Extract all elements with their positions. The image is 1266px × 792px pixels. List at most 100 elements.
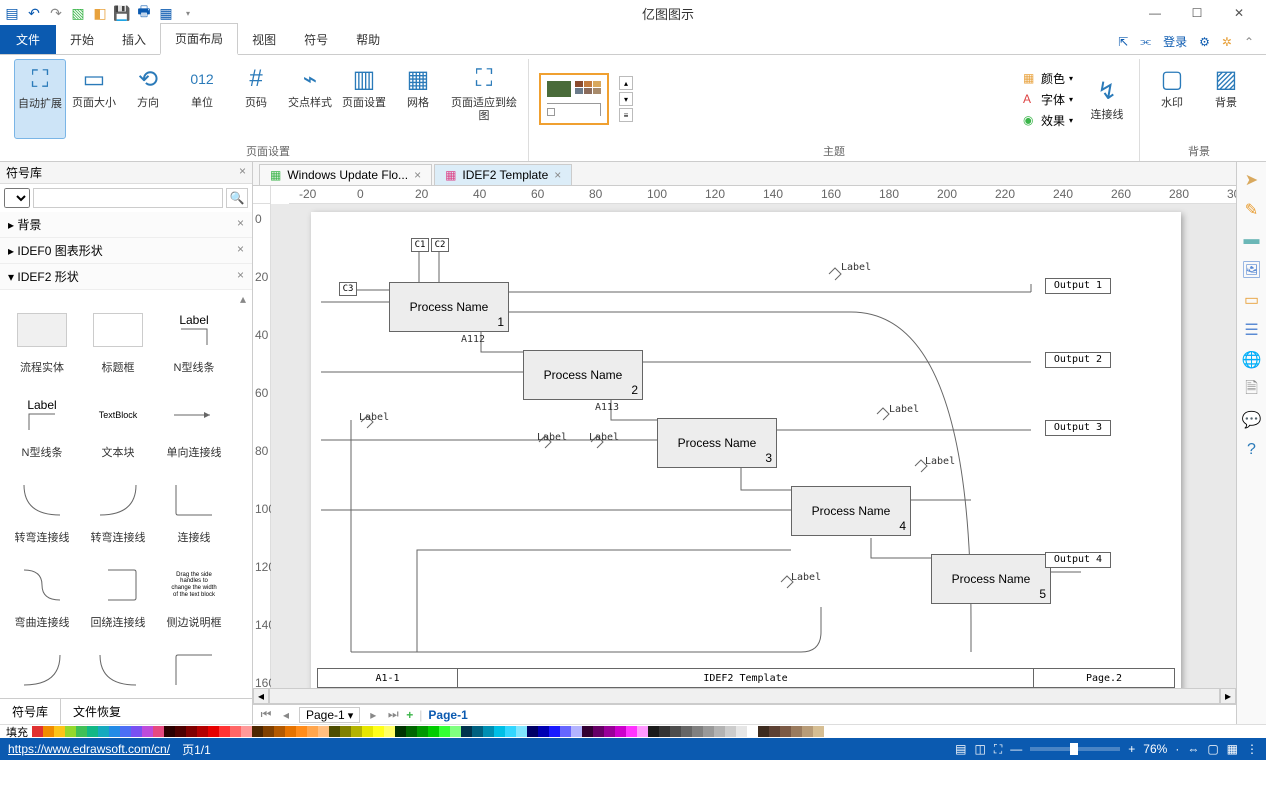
color-swatch[interactable] [450, 726, 461, 737]
new-icon[interactable]: ▧ [70, 5, 86, 21]
color-swatch[interactable] [307, 726, 318, 737]
output-box[interactable]: Output 2 [1045, 352, 1111, 368]
color-swatch[interactable] [230, 726, 241, 737]
color-swatch[interactable] [505, 726, 516, 737]
page-link[interactable]: Page-1 [428, 708, 467, 722]
undo-icon[interactable]: ↶ [26, 5, 42, 21]
zoom-slider[interactable] [1030, 747, 1120, 751]
shape-item[interactable]: 连接线 [156, 634, 232, 698]
tab-insert[interactable]: 插入 [108, 25, 160, 54]
color-swatch[interactable] [373, 726, 384, 737]
color-swatch[interactable] [329, 726, 340, 737]
search-button[interactable]: 🔍 [226, 188, 248, 208]
color-swatch[interactable] [164, 726, 175, 737]
canvas[interactable]: C1 C2 C3 [271, 204, 1236, 688]
color-swatch[interactable] [406, 726, 417, 737]
collapse-ribbon-icon[interactable]: ⌃ [1244, 35, 1254, 49]
color-swatch[interactable] [813, 726, 824, 737]
category-idef0[interactable]: ▸ IDEF0 图表形状× [0, 238, 252, 264]
color-swatch[interactable] [725, 726, 736, 737]
shape-item[interactable]: Drag the side handles to change the widt… [156, 549, 232, 634]
shape-item[interactable]: TextBlock文本块 [80, 379, 156, 464]
color-swatch[interactable] [681, 726, 692, 737]
color-swatch[interactable] [747, 726, 758, 737]
layer-icon[interactable]: ▭ [1242, 290, 1262, 310]
shape-item[interactable]: 弯曲连接线 [4, 549, 80, 634]
control-box[interactable]: C2 [431, 238, 449, 252]
color-swatch[interactable] [98, 726, 109, 737]
close-button[interactable]: ✕ [1224, 3, 1254, 23]
fit-page-icon[interactable]: ▢ [1207, 742, 1218, 756]
color-swatch[interactable] [714, 726, 725, 737]
shape-item[interactable]: 转弯连接线 [80, 464, 156, 549]
color-swatch[interactable] [43, 726, 54, 737]
color-swatch[interactable] [351, 726, 362, 737]
color-swatch[interactable] [626, 726, 637, 737]
maximize-button[interactable]: ☐ [1182, 3, 1212, 23]
color-swatch[interactable] [76, 726, 87, 737]
save-icon[interactable]: 💾 [114, 5, 130, 21]
color-swatch[interactable] [87, 726, 98, 737]
shape-item[interactable]: 流程实体 [4, 294, 80, 379]
view-mode-normal-icon[interactable]: ▤ [955, 742, 966, 756]
color-swatch[interactable] [263, 726, 274, 737]
color-swatch[interactable] [692, 726, 703, 737]
theme-colors[interactable]: ▦颜色▾ [1023, 69, 1073, 88]
list-icon[interactable]: ☰ [1242, 320, 1262, 340]
color-swatch[interactable] [703, 726, 714, 737]
color-swatch[interactable] [428, 726, 439, 737]
panel-close-icon[interactable]: × [239, 164, 246, 181]
fit-width-icon[interactable]: ⇔ [1187, 742, 1199, 756]
shape-item[interactable]: 转弯连接线 [80, 634, 156, 698]
process-box[interactable]: Process Name1 [389, 282, 509, 332]
template-icon[interactable]: ▤ [4, 5, 20, 21]
file-menu[interactable]: 文件 [0, 25, 56, 54]
zoom-in-button[interactable]: + [1128, 742, 1135, 756]
color-swatch[interactable] [362, 726, 373, 737]
doc-icon[interactable]: 🗎 [1242, 380, 1262, 400]
view-mode-read-icon[interactable]: ◫ [975, 742, 986, 756]
more-icon[interactable]: ⋮ [1246, 742, 1258, 756]
prev-page-icon[interactable]: ◂ [279, 708, 293, 722]
redo-icon[interactable]: ↷ [48, 5, 64, 21]
print-icon[interactable]: 🖶 [136, 5, 152, 21]
color-swatch[interactable] [208, 726, 219, 737]
color-swatch[interactable] [549, 726, 560, 737]
color-swatch[interactable] [615, 726, 626, 737]
color-swatch[interactable] [384, 726, 395, 737]
close-icon[interactable]: × [414, 168, 421, 182]
close-icon[interactable]: × [554, 168, 561, 182]
color-swatch[interactable] [516, 726, 527, 737]
theme-effect[interactable]: ◉效果▾ [1023, 111, 1073, 130]
flower-icon[interactable]: ✲ [1222, 35, 1232, 49]
tab-symbol[interactable]: 符号 [290, 25, 342, 54]
color-swatch[interactable] [670, 726, 681, 737]
color-swatch[interactable] [186, 726, 197, 737]
color-swatch[interactable] [318, 726, 329, 737]
theme-gallery-item[interactable] [539, 73, 609, 125]
color-swatch[interactable] [791, 726, 802, 737]
pagesetup-button[interactable]: ▥页面设置 [338, 59, 390, 139]
color-swatch[interactable] [153, 726, 164, 737]
category-idef2[interactable]: ▾ IDEF2 形状× [0, 264, 252, 290]
color-swatch[interactable] [494, 726, 505, 737]
cursor-icon[interactable]: ➤ [1242, 170, 1262, 190]
minimize-button[interactable]: — [1140, 3, 1170, 23]
qat-dropdown-icon[interactable]: ▾ [180, 5, 196, 21]
theme-font[interactable]: A字体▾ [1023, 90, 1073, 109]
process-box[interactable]: Process Name3 [657, 418, 777, 468]
watermark-button[interactable]: ▢水印 [1146, 59, 1198, 139]
scroll-up-icon[interactable]: ▴ [240, 292, 250, 302]
color-swatch[interactable] [736, 726, 747, 737]
globe-icon[interactable]: 🌐 [1242, 350, 1262, 370]
color-swatch[interactable] [758, 726, 769, 737]
color-swatch[interactable] [582, 726, 593, 737]
theme-gallery-spinner[interactable]: ▴▾≡ [619, 76, 633, 122]
color-swatch[interactable] [296, 726, 307, 737]
color-swatch[interactable] [604, 726, 615, 737]
page-selector[interactable]: Page-1 ▾ [299, 707, 360, 723]
color-swatch[interactable] [560, 726, 571, 737]
shape-item[interactable]: LabelN型线条 [4, 379, 80, 464]
color-swatch[interactable] [32, 726, 43, 737]
color-swatch[interactable] [65, 726, 76, 737]
